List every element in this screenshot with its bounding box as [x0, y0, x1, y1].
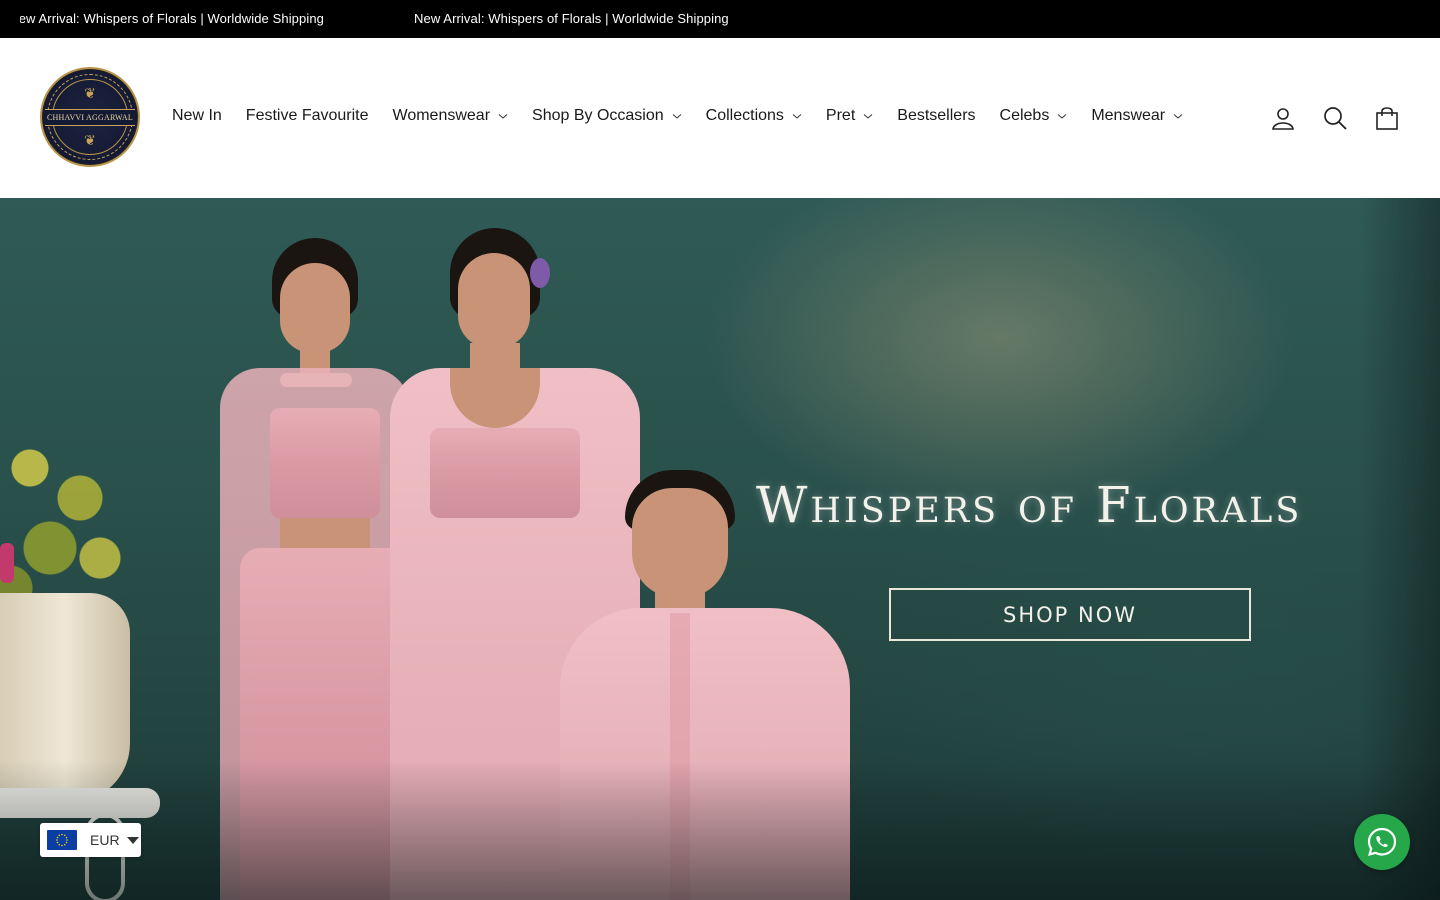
whatsapp-chat-button[interactable] — [1354, 814, 1410, 870]
whatsapp-icon — [1367, 827, 1397, 856]
header-actions — [1270, 105, 1400, 131]
hero-title: Whispers of Florals — [756, 476, 1303, 534]
brand-logo[interactable]: ❦ CHHAVVI AGGARWAL ❦ — [40, 67, 140, 167]
eu-flag-icon — [47, 830, 77, 850]
chevron-down-icon — [672, 111, 682, 121]
nav-item-festive-favourite[interactable]: Festive Favourite — [246, 107, 369, 125]
chevron-down-icon — [498, 111, 508, 121]
nav-item-new-in[interactable]: New In — [172, 107, 222, 125]
cart-icon[interactable] — [1374, 105, 1400, 131]
search-icon[interactable] — [1322, 105, 1348, 131]
main-nav: New In Festive Favourite Womenswear Shop… — [172, 107, 1207, 125]
caret-down-icon — [126, 836, 139, 844]
site-header: ❦ CHHAVVI AGGARWAL ❦ New In Festive Favo… — [0, 38, 1440, 198]
logo-text: CHHAVVI AGGARWAL — [45, 108, 135, 126]
nav-item-womenswear[interactable]: Womenswear — [393, 107, 509, 125]
chevron-down-icon — [1057, 111, 1067, 121]
flower-decoration — [0, 543, 14, 583]
nav-item-menswear[interactable]: Menswear — [1091, 107, 1183, 125]
ornament-icon: ❦ — [84, 132, 96, 148]
chevron-down-icon — [1173, 111, 1183, 121]
chevron-down-icon — [792, 111, 802, 121]
hero-banner[interactable]: Whispers of Florals SHOP NOW — [0, 198, 1440, 900]
nav-item-collections[interactable]: Collections — [706, 107, 802, 125]
announcement-bar: New Arrival: Whispers of Florals | World… — [0, 0, 1440, 38]
currency-code: EUR — [90, 832, 120, 848]
announcement-message: New Arrival: Whispers of Florals | World… — [414, 11, 729, 26]
shop-now-button[interactable]: SHOP NOW — [889, 588, 1251, 641]
nav-item-celebs[interactable]: Celebs — [1000, 107, 1068, 125]
announcement-message: New Arrival: Whispers of Florals | World… — [20, 11, 324, 26]
nav-item-pret[interactable]: Pret — [826, 107, 873, 125]
chevron-down-icon — [863, 111, 873, 121]
nav-item-shop-by-occasion[interactable]: Shop By Occasion — [532, 107, 682, 125]
ornament-icon: ❦ — [84, 85, 96, 101]
account-icon[interactable] — [1270, 105, 1296, 131]
currency-selector[interactable]: EUR — [40, 823, 141, 857]
nav-item-bestsellers[interactable]: Bestsellers — [897, 107, 975, 125]
